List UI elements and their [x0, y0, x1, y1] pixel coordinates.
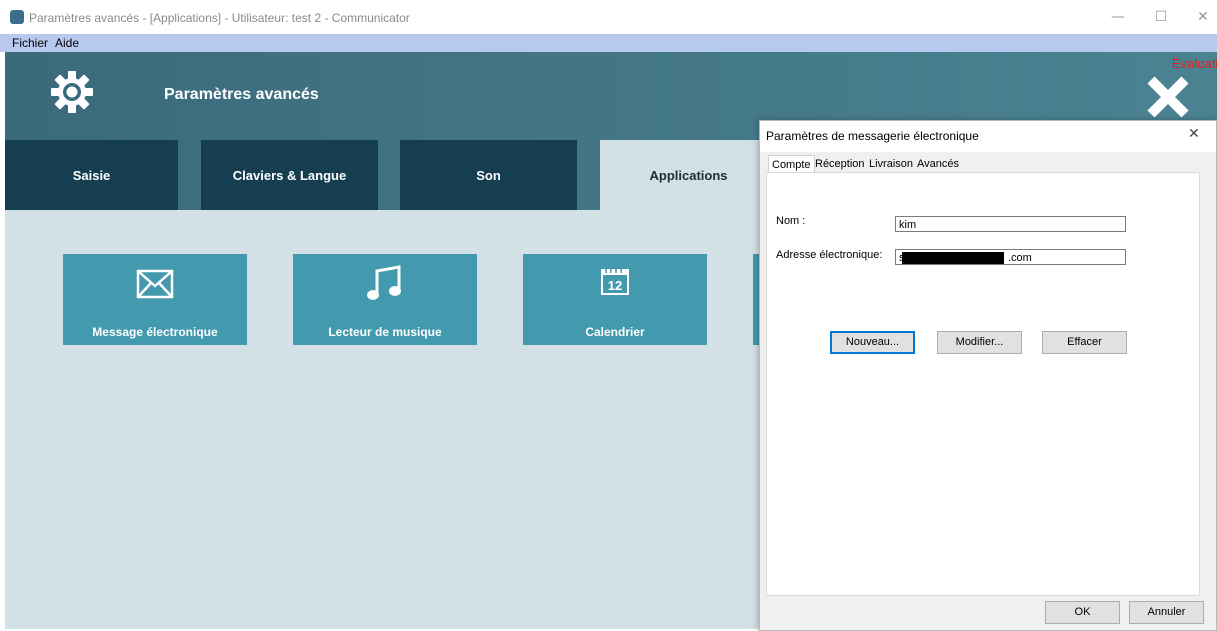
dialog-tab-reception[interactable]: Réception	[813, 157, 867, 171]
tile-label: Message électronique	[92, 325, 218, 339]
modify-button[interactable]: Modifier...	[937, 331, 1022, 354]
dialog-tab-livraison[interactable]: Livraison	[867, 157, 915, 171]
tab-saisie[interactable]: Saisie	[5, 140, 178, 210]
tile-calendrier[interactable]: 12 Calendrier	[523, 254, 707, 345]
close-window-button[interactable]: ✕	[1190, 6, 1216, 28]
dialog-tab-compte[interactable]: Compte	[768, 155, 815, 173]
new-button[interactable]: Nouveau...	[830, 331, 915, 354]
maximize-button[interactable]: ☐	[1148, 6, 1174, 28]
email-settings-dialog: Paramètres de messagerie électronique ✕ …	[759, 120, 1217, 631]
menu-fichier[interactable]: Fichier	[12, 36, 48, 50]
delete-button[interactable]: Effacer	[1042, 331, 1127, 354]
tab-applications[interactable]: Applications	[600, 140, 777, 210]
window-title: Paramètres avancés - [Applications] - Ut…	[29, 11, 410, 25]
evaluation-label: Évaluati	[1172, 56, 1217, 71]
app-icon	[10, 10, 24, 24]
envelope-icon	[136, 269, 174, 299]
account-panel: Nom : kim Adresse électronique: s .com N…	[766, 172, 1200, 596]
dialog-close-button[interactable]: ✕	[1188, 126, 1200, 142]
tile-label: Calendrier	[585, 325, 645, 339]
gear-icon	[51, 71, 93, 113]
menu-bar: Fichier Aide	[0, 34, 1217, 52]
cancel-button[interactable]: Annuler	[1129, 601, 1204, 624]
page-title: Paramètres avancés	[164, 86, 319, 103]
dialog-body: Compte Réception Livraison Avancés Nom :…	[760, 152, 1216, 630]
tile-message-electronique[interactable]: Message électronique	[63, 254, 247, 345]
redaction-bar	[902, 252, 1004, 264]
email-suffix: .com	[1008, 252, 1032, 264]
close-x-icon[interactable]	[1145, 74, 1191, 120]
name-field[interactable]: kim	[895, 216, 1126, 232]
tab-son[interactable]: Son	[400, 140, 577, 210]
tab-claviers-langue[interactable]: Claviers & Langue	[201, 140, 378, 210]
calendar-icon-number: 12	[608, 278, 622, 293]
email-label: Adresse électronique:	[776, 249, 883, 261]
calendar-icon: 12	[601, 267, 629, 295]
window-titlebar: Paramètres avancés - [Applications] - Ut…	[0, 0, 1217, 34]
minimize-button[interactable]: —	[1105, 6, 1131, 28]
email-field[interactable]: s .com	[895, 249, 1126, 265]
name-label: Nom :	[776, 215, 806, 227]
dialog-tab-avances[interactable]: Avancés	[915, 157, 961, 171]
music-note-icon	[367, 265, 401, 300]
tile-label: Lecteur de musique	[328, 325, 442, 339]
dialog-title: Paramètres de messagerie électronique	[766, 129, 979, 143]
tile-lecteur-de-musique[interactable]: Lecteur de musique	[293, 254, 477, 345]
menu-aide[interactable]: Aide	[55, 36, 79, 50]
ok-button[interactable]: OK	[1045, 601, 1120, 624]
